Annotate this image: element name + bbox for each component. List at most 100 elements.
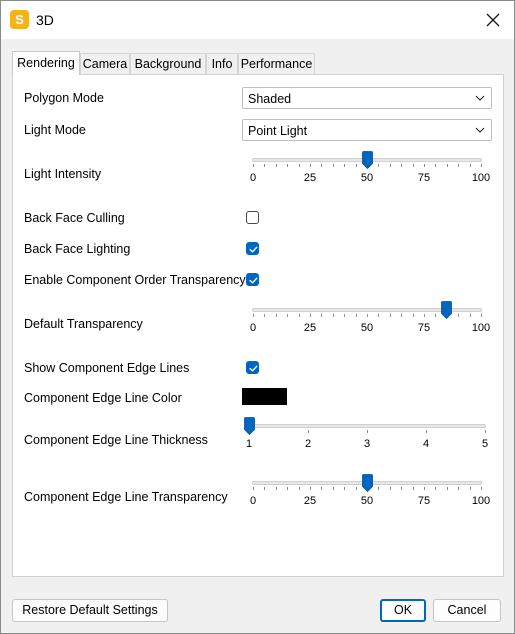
- slider-tick-label: 25: [303, 495, 317, 507]
- slider-tick: [481, 164, 482, 167]
- slider-tick: [446, 164, 448, 167]
- light-mode-value: Point Light: [248, 124, 308, 138]
- slider-tick-label: 25: [303, 322, 317, 334]
- slider-tick-label: 100: [471, 322, 491, 334]
- restore-defaults-button[interactable]: Restore Default Settings: [12, 599, 168, 622]
- light-intensity-label: Light Intensity: [24, 167, 102, 181]
- slider-tick: [458, 314, 460, 317]
- slider-thumb[interactable]: [361, 151, 373, 170]
- slider-tick: [264, 314, 266, 317]
- component-order-transparency-checkbox[interactable]: [246, 273, 259, 286]
- tab-info[interactable]: Info: [206, 53, 238, 75]
- show-edge-lines-checkbox[interactable]: [246, 361, 259, 374]
- slider-tick: [298, 314, 300, 317]
- tab-camera[interactable]: Camera: [80, 53, 130, 75]
- slider-tick: [355, 164, 357, 167]
- slider-tick: [401, 164, 403, 167]
- edge-line-color-swatch[interactable]: [242, 388, 287, 405]
- edge-line-thickness-slider[interactable]: 1 2 3 4 5: [243, 417, 488, 457]
- slider-tick-label: 75: [417, 322, 431, 334]
- slider-tick: [321, 164, 323, 167]
- default-transparency-slider[interactable]: 0 25 50 75 100: [250, 301, 490, 341]
- slider-tick: [389, 164, 391, 167]
- slider-tick: [344, 487, 346, 490]
- slider-tick: [481, 487, 482, 490]
- slider-tick: [287, 314, 289, 317]
- slider-tick: [412, 314, 414, 317]
- edge-line-transparency-slider[interactable]: 0 25 50 75 100: [250, 474, 490, 514]
- app-icon: S: [10, 10, 29, 29]
- slider-tick: [378, 487, 380, 490]
- title-bar: S 3D: [1, 1, 514, 39]
- slider-tick: [367, 430, 368, 433]
- slider-tick: [426, 430, 427, 433]
- slider-tick: [367, 314, 368, 317]
- slider-tick: [412, 164, 414, 167]
- slider-thumb[interactable]: [361, 474, 373, 493]
- slider-tick-label: 2: [304, 438, 312, 450]
- slider-tick: [310, 487, 311, 490]
- cancel-button[interactable]: Cancel: [433, 599, 501, 622]
- slider-tick: [401, 487, 403, 490]
- edge-line-color-label: Component Edge Line Color: [24, 391, 182, 405]
- slider-tick-label: 0: [249, 495, 257, 507]
- slider-tick: [275, 314, 277, 317]
- slider-tick: [424, 314, 425, 317]
- slider-tick-label: 3: [363, 438, 371, 450]
- slider-tick: [344, 314, 346, 317]
- slider-tick: [435, 164, 437, 167]
- chevron-down-icon: [475, 95, 485, 101]
- slider-tick: [389, 314, 391, 317]
- edge-line-thickness-label: Component Edge Line Thickness: [24, 433, 208, 447]
- slider-tick-label: 50: [360, 495, 374, 507]
- light-intensity-slider[interactable]: 0 25 50 75 100: [250, 151, 490, 191]
- polygon-mode-label: Polygon Mode: [24, 91, 104, 105]
- ok-button[interactable]: OK: [380, 599, 426, 622]
- slider-track: [248, 424, 486, 428]
- edge-line-transparency-label: Component Edge Line Transparency: [24, 490, 228, 504]
- slider-tick: [298, 164, 300, 167]
- slider-tick: [332, 314, 334, 317]
- polygon-mode-dropdown[interactable]: Shaded: [242, 87, 492, 109]
- close-icon: [486, 13, 500, 27]
- slider-tick-label: 100: [471, 495, 491, 507]
- chevron-down-icon: [475, 127, 485, 133]
- slider-tick-label: 25: [303, 172, 317, 184]
- slider-tick: [469, 487, 471, 490]
- slider-thumb[interactable]: [441, 301, 453, 320]
- back-face-lighting-checkbox[interactable]: [246, 242, 259, 255]
- show-edge-lines-label: Show Component Edge Lines: [24, 361, 190, 375]
- slider-thumb[interactable]: [243, 417, 255, 436]
- tab-background[interactable]: Background: [130, 53, 206, 75]
- slider-tick: [264, 164, 266, 167]
- slider-tick: [469, 164, 471, 167]
- slider-tick-label: 4: [422, 438, 430, 450]
- slider-tick: [287, 164, 289, 167]
- slider-tick: [435, 487, 437, 490]
- slider-tick: [378, 164, 380, 167]
- slider-tick: [287, 487, 289, 490]
- checkmark-icon: [249, 246, 258, 253]
- slider-tick: [469, 314, 471, 317]
- slider-tick-label: 0: [249, 172, 257, 184]
- slider-tick: [485, 430, 486, 433]
- slider-tick-label: 50: [360, 172, 374, 184]
- slider-tick-label: 75: [417, 172, 431, 184]
- slider-tick: [253, 164, 254, 167]
- close-button[interactable]: [480, 8, 506, 32]
- slider-tick: [344, 164, 346, 167]
- back-face-culling-checkbox[interactable]: [246, 211, 259, 224]
- slider-tick-label: 100: [471, 172, 491, 184]
- checkmark-icon: [249, 277, 258, 284]
- tab-rendering[interactable]: Rendering: [12, 51, 80, 75]
- slider-tick: [275, 487, 277, 490]
- light-mode-dropdown[interactable]: Point Light: [242, 119, 492, 141]
- dialog-window: S 3D Rendering Camera Background Info Pe…: [0, 0, 515, 634]
- window-title: 3D: [36, 12, 54, 28]
- slider-tick: [412, 487, 414, 490]
- slider-tick-label: 50: [360, 322, 374, 334]
- slider-tick: [458, 487, 460, 490]
- tab-performance[interactable]: Performance: [238, 53, 315, 75]
- slider-tick: [310, 164, 311, 167]
- slider-tick: [253, 487, 254, 490]
